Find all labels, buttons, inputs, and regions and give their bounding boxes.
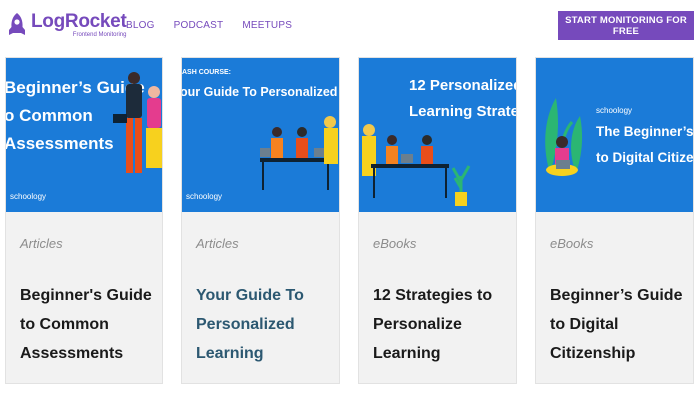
thumbnail-heading-line: our Guide To Personalized Learning [182,85,339,99]
card-thumbnail: ASH COURSE: our Guide To Personalized Le… [182,58,339,212]
thumbnail-kicker: ASH COURSE: [182,69,231,76]
nav-link-meetups[interactable]: MEETUPS [242,20,292,31]
card-title[interactable]: Beginner's Guide to Common Assessments [20,281,160,368]
nav-link-podcast[interactable]: PODCAST [174,20,224,31]
brand-name: LogRocket [31,11,127,32]
resource-card[interactable]: Beginner’s Guide o Common Assessments sc… [5,57,163,384]
schoology-brand-mark: schoology [10,192,46,201]
card-title[interactable]: 12 Strategies to Personalize Learning [373,281,513,368]
strategies-illustration: 12 Personalized Learning Strategie [359,58,516,212]
guide-illustration: Beginner’s Guide o Common Assessments sc… [6,58,162,212]
citizenship-illustration: schoology The Beginner’s Guid to Digital… [536,58,693,212]
brand-tagline: Frontend Monitoring [72,32,127,38]
logrocket-logo[interactable]: LogRocket Frontend Monitoring [6,9,127,41]
card-category: Articles [20,236,63,251]
card-thumbnail: Beginner’s Guide o Common Assessments sc… [6,58,162,212]
thumbnail-heading-line: Beginner’s Guide [6,78,145,97]
thumbnail-heading-line: The Beginner’s Guid [596,124,693,139]
schoology-brand-mark: schoology [596,106,632,115]
thumbnail-heading-line: o Common [6,106,93,125]
card-thumbnail: schoology The Beginner’s Guid to Digital… [536,58,693,212]
nav-link-blog[interactable]: BLOG [126,20,155,31]
schoology-brand-mark: schoology [186,192,222,201]
thumbnail-heading-line: Learning Strategie [409,103,516,120]
thumbnail-heading-line: Assessments [6,134,114,153]
resource-cards: Beginner’s Guide o Common Assessments sc… [0,57,700,387]
resource-card[interactable]: ASH COURSE: our Guide To Personalized Le… [181,57,340,384]
card-category: Articles [196,236,239,251]
card-title[interactable]: Your Guide To Personalized Learning [196,281,336,368]
resource-card[interactable]: schoology The Beginner’s Guid to Digital… [535,57,694,384]
rocket-logo-icon [9,13,25,35]
card-category: eBooks [550,236,594,251]
classroom-illustration: ASH COURSE: our Guide To Personalized Le… [182,58,339,212]
start-monitoring-button[interactable]: START MONITORING FOR FREE [558,11,694,40]
site-header: LogRocket Frontend Monitoring BLOG PODCA… [0,0,700,50]
thumbnail-heading-line: to Digital Citizenshy [596,150,693,165]
thumbnail-heading-line: 12 Personalized [409,77,516,94]
card-category: eBooks [373,236,417,251]
card-title[interactable]: Beginner’s Guide to Digital Citizenship [550,281,690,368]
card-thumbnail: 12 Personalized Learning Strategie [359,58,516,212]
main-nav: BLOG PODCAST MEETUPS [126,20,311,31]
resource-card[interactable]: 12 Personalized Learning Strategie [358,57,517,384]
